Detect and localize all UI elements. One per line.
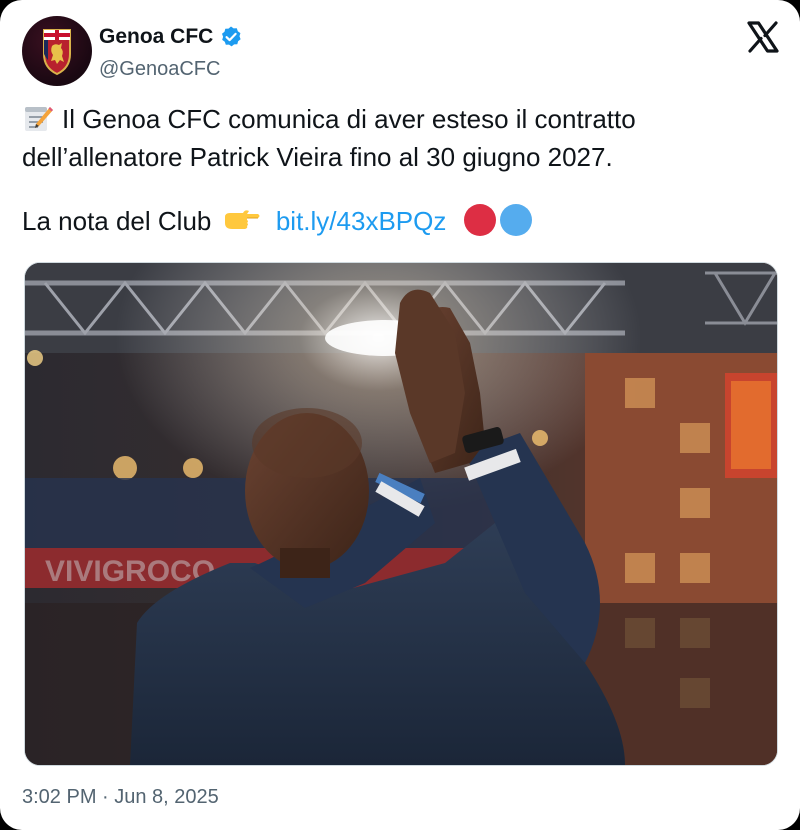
tweet-header: Genoa CFC @GenoaCFC [22,16,782,88]
display-name[interactable]: Genoa CFC [99,22,213,52]
genoa-crest-icon [43,29,71,76]
memo-emoji-icon [22,103,54,133]
coach-applauding-photo: VIVIGROCO [25,263,777,765]
author-names: Genoa CFC @GenoaCFC [99,22,243,84]
tweet-line-2: dell’allenatore Patrick Vieira fino al 3… [22,142,613,172]
tweet-line-1-text: Il Genoa CFC comunica di aver esteso il … [62,104,636,134]
tweet-timestamp[interactable]: 3:02 PM · Jun 8, 2025 [22,782,219,812]
x-logo-icon[interactable] [746,20,780,54]
pointing-right-emoji-icon [223,205,261,235]
tweet-photo[interactable]: VIVIGROCO [24,262,778,766]
tweet-line-1: Il Genoa CFC comunica di aver esteso il … [22,100,782,138]
tweet-line-3: La nota del Club bit.ly/43xBPQz [22,202,782,240]
display-name-row: Genoa CFC [99,22,243,52]
short-link[interactable]: bit.ly/43xBPQz [276,206,447,236]
tweet-card: Genoa CFC @GenoaCFC Il Genoa CFC comunic… [0,0,800,830]
tweet-text: Il Genoa CFC comunica di aver esteso il … [22,100,782,240]
author-handle[interactable]: @GenoaCFC [99,54,243,84]
avatar[interactable] [22,16,92,86]
tweet-line-3-text: La nota del Club [22,206,212,236]
verified-badge-icon [219,25,243,49]
red-circle-emoji-icon [463,204,496,236]
blue-circle-emoji-icon [499,204,532,236]
